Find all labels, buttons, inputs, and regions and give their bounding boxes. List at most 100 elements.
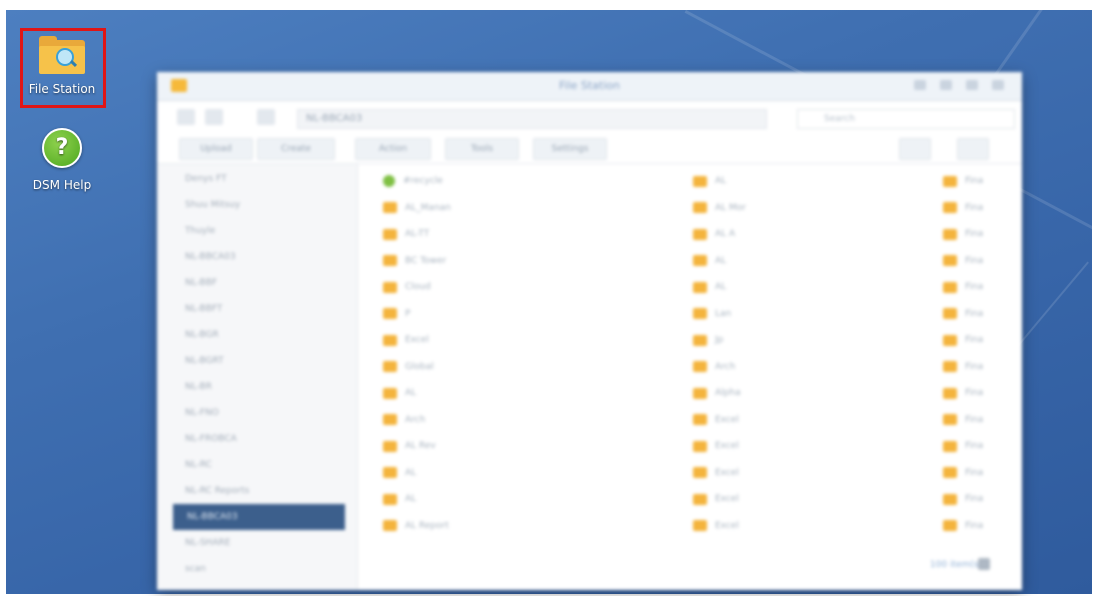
close-icon[interactable]	[992, 80, 1004, 90]
folder-icon	[383, 520, 397, 532]
minimize-icon[interactable]	[940, 80, 952, 90]
sidebar-item[interactable]: Thuyle	[157, 218, 357, 244]
list-item-label: Fina	[965, 414, 984, 425]
list-item[interactable]: Fina	[943, 513, 1022, 540]
sidebar-item[interactable]: NL-FNO	[157, 400, 357, 426]
list-item[interactable]: Excel	[693, 460, 943, 487]
folder-icon	[943, 228, 957, 240]
list-item[interactable]: Global	[383, 354, 673, 381]
list-item[interactable]: Fina	[943, 433, 1022, 460]
create-button[interactable]: Create	[257, 138, 335, 160]
list-item[interactable]: AL	[693, 248, 943, 275]
sidebar-item[interactable]: Shuu Mitsuy	[157, 192, 357, 218]
list-item[interactable]: Fina	[943, 168, 1022, 195]
list-item[interactable]: Jp	[693, 327, 943, 354]
list-item-label: Excel	[715, 414, 739, 425]
sidebar-item[interactable]: NL-BBFT	[157, 296, 357, 322]
list-item[interactable]: Fina	[943, 195, 1022, 222]
list-item[interactable]: Cloud	[383, 274, 673, 301]
sidebar-item[interactable]: NL-BR	[157, 374, 357, 400]
sidebar-item[interactable]: NL-BGRT	[157, 348, 357, 374]
list-item-label: #recycle	[403, 176, 443, 187]
file-station-shortcut[interactable]: File Station	[17, 36, 107, 96]
list-item[interactable]: Lan	[693, 301, 943, 328]
list-item[interactable]: AL	[693, 274, 943, 301]
list-item[interactable]: Fina	[943, 460, 1022, 487]
sidebar-item[interactable]: NL-RC Reports	[157, 478, 357, 504]
list-item-label: Fina	[965, 520, 984, 531]
sidebar-item[interactable]: NL-FROBCA	[157, 426, 357, 452]
list-item[interactable]: Excel	[693, 486, 943, 513]
list-item[interactable]: Arch	[693, 354, 943, 381]
list-item[interactable]: AL	[693, 168, 943, 195]
list-item[interactable]: AL A	[693, 221, 943, 248]
list-item[interactable]: AL	[383, 380, 673, 407]
list-item[interactable]: AL Mor	[693, 195, 943, 222]
list-item[interactable]: AL-TT	[383, 221, 673, 248]
folder-icon	[693, 520, 707, 532]
search-input[interactable]: Search	[797, 109, 1015, 129]
list-item[interactable]: Fina	[943, 486, 1022, 513]
action-button[interactable]: Action	[355, 138, 431, 160]
list-item-label: Fina	[965, 255, 984, 266]
refresh-button[interactable]	[257, 109, 275, 125]
list-item-label: Excel	[715, 467, 739, 478]
list-item[interactable]: AL Rev	[383, 433, 673, 460]
folder-icon	[693, 228, 707, 240]
list-item[interactable]: Alpha	[693, 380, 943, 407]
list-item[interactable]: Fina	[943, 221, 1022, 248]
list-item[interactable]: BC Tower	[383, 248, 673, 275]
folder-tree: Denys FT Shuu Mitsuy Thuyle NL-BBCA03 NL-BBF…	[157, 164, 358, 590]
folder-icon	[383, 228, 397, 240]
list-item[interactable]: Excel	[693, 513, 943, 540]
list-item[interactable]: #recycle	[383, 168, 673, 195]
dsm-help-shortcut[interactable]: ? DSM Help	[17, 128, 107, 192]
upload-button[interactable]: Upload	[179, 138, 253, 160]
list-item[interactable]: AL	[383, 460, 673, 487]
view-grid-button[interactable]	[957, 138, 989, 160]
list-item[interactable]: Arch	[383, 407, 673, 434]
sidebar-item[interactable]: NL-RC	[157, 452, 357, 478]
list-item-label: Cloud	[405, 282, 431, 293]
list-item[interactable]: AL_Manan	[383, 195, 673, 222]
list-item[interactable]: AL Report	[383, 513, 673, 540]
tools-button[interactable]: Tools	[445, 138, 519, 160]
window-title: File Station	[558, 79, 620, 92]
sidebar-item[interactable]: NL-BBF	[157, 270, 357, 296]
maximize-icon[interactable]	[966, 80, 978, 90]
list-item[interactable]: Fina	[943, 274, 1022, 301]
pin-icon[interactable]	[914, 80, 926, 90]
window-titlebar[interactable]: File Station	[157, 72, 1022, 101]
list-item-label: Lan	[715, 308, 732, 319]
folder-icon	[693, 334, 707, 346]
back-button[interactable]	[177, 109, 195, 125]
list-item[interactable]: Fina	[943, 301, 1022, 328]
path-field[interactable]: NL-BBCA03	[297, 109, 767, 129]
list-item[interactable]: Fina	[943, 380, 1022, 407]
list-item-label: Fina	[965, 308, 984, 319]
sidebar-item[interactable]: NL-SHARE	[157, 530, 357, 556]
sidebar-item[interactable]: NL-BGR	[157, 322, 357, 348]
list-item[interactable]: Excel	[693, 407, 943, 434]
list-item[interactable]: P	[383, 301, 673, 328]
sidebar-item[interactable]: scan	[157, 556, 357, 582]
folder-icon	[943, 467, 957, 479]
list-item-label: Fina	[965, 282, 984, 293]
view-list-button[interactable]	[899, 138, 931, 160]
list-item[interactable]: Excel	[693, 433, 943, 460]
list-item[interactable]: Fina	[943, 327, 1022, 354]
list-item[interactable]: Fina	[943, 248, 1022, 275]
toolbar: Upload Create Action Tools Settings	[157, 133, 1022, 164]
list-item[interactable]: AL	[383, 486, 673, 513]
list-item[interactable]: Fina	[943, 407, 1022, 434]
sidebar-item[interactable]: NL-BBCA03	[173, 504, 345, 530]
dsm-help-label: DSM Help	[32, 178, 92, 192]
refresh-icon[interactable]	[978, 558, 990, 570]
list-item[interactable]: Excel	[383, 327, 673, 354]
forward-button[interactable]	[205, 109, 223, 125]
sidebar-item[interactable]: Denys FT	[157, 166, 357, 192]
sidebar-item[interactable]: NL-BBCA03	[157, 244, 357, 270]
list-item[interactable]: Fina	[943, 354, 1022, 381]
settings-button[interactable]: Settings	[533, 138, 607, 160]
list-item-label: Arch	[715, 361, 736, 372]
